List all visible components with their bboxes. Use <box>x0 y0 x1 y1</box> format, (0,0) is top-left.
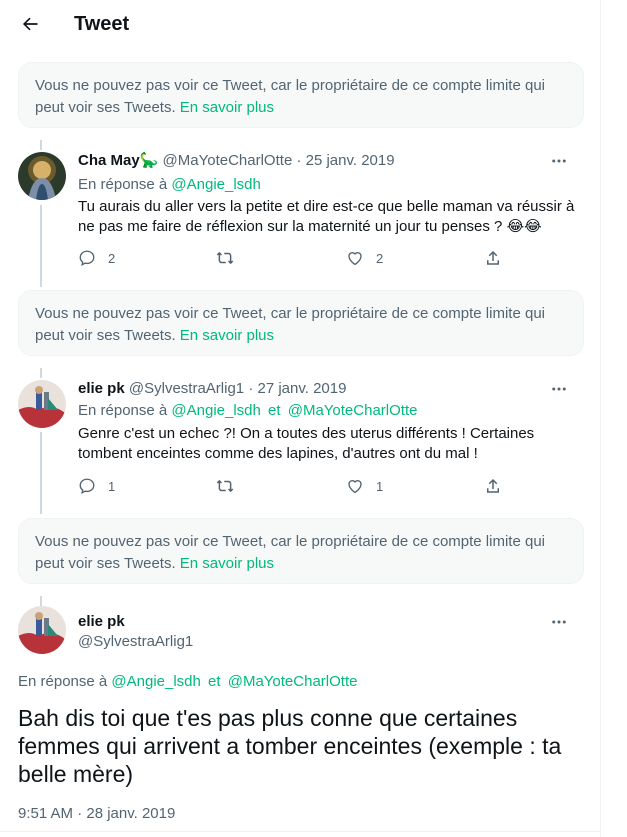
learn-more-link[interactable]: En savoir plus <box>180 327 274 344</box>
reply-context: En réponse à @Angie_lsdh et @MaYoteCharl… <box>18 673 358 690</box>
author-handle[interactable]: @MaYoteCharlOtte <box>163 152 293 169</box>
reply-count: 2 <box>108 250 116 266</box>
mention-link[interactable]: @Angie_lsdh <box>171 176 260 193</box>
avatar[interactable] <box>18 152 66 200</box>
like-count: 2 <box>376 250 384 266</box>
learn-more-link[interactable]: En savoir plus <box>180 555 274 572</box>
retweet-button[interactable] <box>216 248 246 268</box>
reply-button[interactable]: 2 <box>78 248 115 268</box>
more-options-button[interactable] <box>548 151 570 171</box>
like-button[interactable]: 1 <box>346 476 383 496</box>
avatar[interactable] <box>18 606 66 654</box>
tweet-date[interactable]: 27 janv. 2019 <box>257 380 346 397</box>
more-icon <box>552 387 566 391</box>
more-icon <box>552 620 566 624</box>
thread-line <box>40 596 42 606</box>
thread-line <box>40 432 42 514</box>
page-title: Tweet <box>74 13 130 35</box>
author-name[interactable]: Cha May🦕 <box>78 152 158 169</box>
mention-link[interactable]: @MaYoteCharlOtte <box>228 673 358 690</box>
retweet-icon <box>216 251 234 265</box>
thread-line <box>40 205 42 287</box>
notice-text: Vous ne pouvez pas voir ce Tweet, car le… <box>35 305 545 344</box>
like-button[interactable]: 2 <box>346 248 383 268</box>
tweet-date[interactable]: 25 janv. 2019 <box>306 152 395 169</box>
author-handle[interactable]: @SylvestraArlig1 <box>78 633 193 650</box>
author-handle[interactable]: @SylvestraArlig1 <box>129 380 244 397</box>
tweet-header: Cha May🦕 @MaYoteCharlOtte · 25 janv. 201… <box>78 152 395 169</box>
tweet-actions: 1 1 <box>78 476 518 496</box>
reply-count: 1 <box>108 478 116 494</box>
divider <box>0 831 600 832</box>
heart-icon <box>348 480 362 494</box>
arrow-left-icon <box>22 17 38 31</box>
retweet-button[interactable] <box>216 476 246 496</box>
thread-line <box>40 368 42 378</box>
tweet-text: Bah dis toi que t'es pas plus conne que … <box>18 705 562 787</box>
tweet-header: elie pk @SylvestraArlig1 · 27 janv. 2019 <box>78 380 347 397</box>
share-button[interactable] <box>484 248 502 268</box>
restricted-tweet-notice: Vous ne pouvez pas voir ce Tweet, car le… <box>18 518 584 584</box>
reply-icon <box>79 250 95 267</box>
reply-context: En réponse à @Angie_lsdh <box>78 176 261 193</box>
heart-icon <box>348 252 362 266</box>
tweet-column: Tweet Vous ne pouvez pas voir ce Tweet, … <box>0 0 601 837</box>
retweet-icon <box>216 479 234 493</box>
more-icon <box>552 159 566 163</box>
reply-context: En réponse à @Angie_lsdh et @MaYoteCharl… <box>78 402 418 419</box>
author-name[interactable]: elie pk <box>78 380 125 397</box>
reply-button[interactable]: 1 <box>78 476 115 496</box>
more-options-button[interactable] <box>548 379 570 399</box>
mention-link[interactable]: @Angie_lsdh <box>171 402 260 419</box>
restricted-tweet-notice: Vous ne pouvez pas voir ce Tweet, car le… <box>18 290 584 356</box>
mention-link[interactable]: @Angie_lsdh <box>111 673 200 690</box>
share-icon <box>487 478 499 493</box>
notice-text: Vous ne pouvez pas voir ce Tweet, car le… <box>35 533 545 572</box>
tweet-text: Tu aurais du aller vers la petite et dir… <box>78 198 575 235</box>
tweet-timestamp[interactable]: 9:51 AM · 28 janv. 2019 <box>18 805 175 822</box>
like-count: 1 <box>376 478 384 494</box>
author-name[interactable]: elie pk <box>78 612 125 632</box>
back-button[interactable] <box>18 12 42 36</box>
thread-line <box>40 140 42 150</box>
tweet-actions: 2 2 <box>78 248 518 268</box>
mention-link[interactable]: @MaYoteCharlOtte <box>288 402 418 419</box>
tweet-text: Genre c'est un echec ?! On a toutes des … <box>78 425 535 462</box>
share-button[interactable] <box>484 476 502 496</box>
more-options-button[interactable] <box>548 612 570 632</box>
restricted-tweet-notice: Vous ne pouvez pas voir ce Tweet, car le… <box>18 62 584 128</box>
avatar[interactable] <box>18 380 66 428</box>
notice-text: Vous ne pouvez pas voir ce Tweet, car le… <box>35 77 545 116</box>
header: Tweet <box>0 0 600 50</box>
share-icon <box>487 250 499 265</box>
reply-icon <box>79 478 95 495</box>
learn-more-link[interactable]: En savoir plus <box>180 99 274 116</box>
